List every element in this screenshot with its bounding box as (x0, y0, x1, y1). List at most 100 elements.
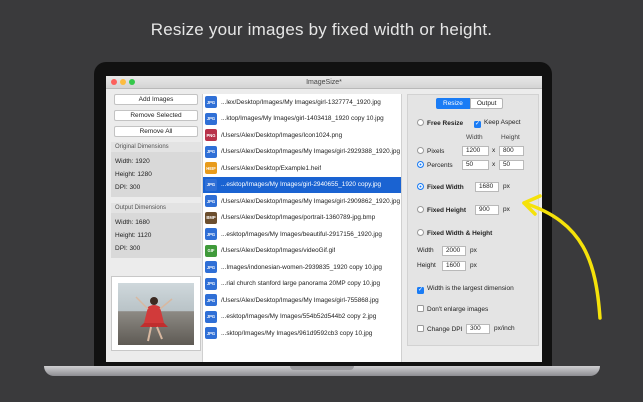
file-row[interactable]: BMP/Users/Alex/Desktop/Images/portrait-1… (203, 210, 401, 227)
change-dpi-checkbox[interactable] (417, 325, 424, 332)
pixels-times: x (492, 147, 496, 154)
file-path: /Users/Alex/Desktop/Images/videoGif.gif (221, 247, 336, 255)
image-preview (111, 276, 201, 351)
headline: Resize your images by fixed width or hei… (150, 20, 493, 39)
file-type-icon: JPG (205, 310, 217, 323)
fixed-width-radio[interactable] (417, 183, 424, 190)
largest-dimension-option[interactable]: ✓ Width is the largest dimension (417, 285, 514, 294)
fixed-wh-label: Fixed Width & Height (427, 230, 493, 237)
fixed-height-field[interactable]: 900 (475, 205, 499, 215)
file-path: /Users/Alex/Desktop/Example1.heif (221, 164, 322, 172)
preview-image (118, 283, 194, 345)
dont-enlarge-checkbox[interactable] (417, 305, 424, 312)
original-dimensions: Original Dimensions Width: 1920 Height: … (111, 142, 201, 197)
file-path: ...esktop/Images/My Images/beautiful-291… (221, 230, 382, 238)
file-row[interactable]: JPG ...ktop/Images/My Images/girl-1403418… (203, 111, 401, 128)
minimize-button[interactable] (120, 79, 126, 85)
left-panel: Add Images Remove Selected Remove All Or… (111, 94, 201, 258)
file-type-icon: JPG (205, 277, 217, 290)
file-row[interactable]: JPG/Users/Alex/Desktop/Images/My Images/… (203, 193, 401, 210)
fixed-height-label: Fixed Height (427, 207, 467, 214)
file-row[interactable]: JPG ...Images/indonesian-women-2939835_19… (203, 259, 401, 276)
remove-all-button[interactable]: Remove All (114, 126, 198, 137)
original-dimensions-title: Original Dimensions (111, 142, 201, 152)
window-title: ImageSize* (306, 79, 342, 86)
pixels-radio[interactable] (417, 147, 424, 154)
percents-height-field[interactable]: 50 (499, 160, 524, 170)
tab-output[interactable]: Output (469, 98, 504, 109)
dont-enlarge-option[interactable]: Don't enlarge images (417, 305, 488, 313)
file-path: ...rial church stanford large panorama 2… (221, 280, 381, 288)
change-dpi-option[interactable]: Change DPI (417, 325, 462, 333)
file-row[interactable]: JPG ...lex/Desktop/Images/My Images/girl-… (203, 94, 401, 111)
file-path: /Users/Alex/Desktop/Images/My Images/gir… (221, 296, 379, 304)
file-path: /Users/Alex/Desktop/Images/My Images/gir… (221, 148, 401, 156)
dpi-unit: px/inch (494, 325, 515, 332)
original-height: Height: 1280 (115, 171, 152, 178)
dpi-field[interactable]: 300 (466, 324, 490, 334)
pixels-width-field[interactable]: 1200 (462, 146, 489, 156)
percents-times: x (492, 161, 496, 168)
wh-height-field[interactable]: 1600 (442, 261, 466, 271)
largest-dimension-checkbox[interactable]: ✓ (417, 287, 424, 294)
file-row[interactable]: JPG ...esktop/Images/My Images/beautiful-… (203, 226, 401, 243)
width-column-header: Width (466, 134, 483, 141)
file-row[interactable]: JPG ...esktop/Images/My Images/554b52d544… (203, 309, 401, 326)
file-row[interactable]: JPG ...sktop/Images/My Images/961d9592cb3… (203, 325, 401, 342)
percents-radio[interactable] (417, 161, 424, 168)
fixed-width-field[interactable]: 1680 (475, 182, 499, 192)
file-row[interactable]: JPG/Users/Alex/Desktop/Images/My Images/… (203, 292, 401, 309)
fixed-wh-radio[interactable] (417, 229, 424, 236)
pixels-height-field[interactable]: 800 (499, 146, 524, 156)
wh-height-label: Height (417, 262, 436, 269)
wh-width-field[interactable]: 2000 (442, 246, 466, 256)
free-resize-label: Free Resize (427, 120, 464, 127)
dont-enlarge-label: Don't enlarge images (427, 306, 489, 313)
remove-selected-button[interactable]: Remove Selected (114, 110, 198, 121)
keep-aspect-option[interactable]: ✓ Keep Aspect (474, 119, 521, 128)
percents-option[interactable]: Percents (417, 161, 453, 169)
file-type-icon: JPG (205, 195, 217, 208)
fixed-width-option[interactable]: Fixed Width (417, 183, 464, 191)
keep-aspect-label: Keep Aspect (484, 119, 521, 126)
file-path: ...esktop/Images/My Images/girl-2940655_… (221, 181, 382, 189)
fixed-height-radio[interactable] (417, 206, 424, 213)
zoom-button[interactable] (129, 79, 135, 85)
wh-height-unit: px (470, 262, 477, 269)
laptop-notch (290, 366, 354, 370)
file-path: ...ktop/Images/My Images/girl-1403418_19… (221, 115, 384, 123)
file-type-icon: JPG (205, 96, 217, 109)
pixels-label: Pixels (427, 148, 445, 155)
height-column-header: Height (501, 134, 520, 141)
file-row[interactable]: GIF/Users/Alex/Desktop/Images/videoGif.g… (203, 243, 401, 260)
file-type-icon: JPG (205, 178, 217, 191)
wh-width-label: Width (417, 247, 434, 254)
mode-tabs: Resize Output (436, 98, 504, 109)
keep-aspect-checkbox[interactable]: ✓ (474, 121, 481, 128)
fixed-height-option[interactable]: Fixed Height (417, 206, 466, 214)
fixed-wh-option[interactable]: Fixed Width & Height (417, 229, 492, 237)
file-row[interactable]: HEIF/Users/Alex/Desktop/Example1.heif (203, 160, 401, 177)
app-window: ImageSize* Add Images Remove Selected Re… (106, 76, 542, 362)
file-row[interactable]: JPG ...esktop/Images/My Images/girl-29406… (203, 176, 401, 193)
free-resize-option[interactable]: Free Resize (417, 119, 463, 127)
pixels-option[interactable]: Pixels (417, 147, 444, 155)
file-list[interactable]: JPG ...lex/Desktop/Images/My Images/girl-… (202, 94, 402, 362)
title-bar: ImageSize* (106, 76, 542, 89)
file-row[interactable]: JPG/Users/Alex/Desktop/Images/My Images/… (203, 144, 401, 161)
output-width: Width: 1680 (115, 219, 150, 226)
tab-resize[interactable]: Resize (436, 98, 470, 109)
percents-width-field[interactable]: 50 (462, 160, 489, 170)
file-path: ...lex/Desktop/Images/My Images/girl-132… (221, 98, 381, 106)
add-images-button[interactable]: Add Images (114, 94, 198, 105)
original-width: Width: 1920 (115, 158, 150, 165)
close-button[interactable] (111, 79, 117, 85)
file-path: /Users/Alex/Desktop/Images/Icon1024.png (221, 131, 343, 139)
fixed-width-label: Fixed Width (427, 184, 464, 191)
file-path: /Users/Alex/Desktop/Images/portrait-1360… (221, 214, 376, 222)
file-type-icon: JPG (205, 228, 217, 241)
file-row[interactable]: JPG ...rial church stanford large panoram… (203, 276, 401, 293)
output-dimensions-title: Output Dimensions (111, 203, 201, 213)
file-row[interactable]: PNG/Users/Alex/Desktop/Images/Icon1024.p… (203, 127, 401, 144)
free-resize-radio[interactable] (417, 119, 424, 126)
